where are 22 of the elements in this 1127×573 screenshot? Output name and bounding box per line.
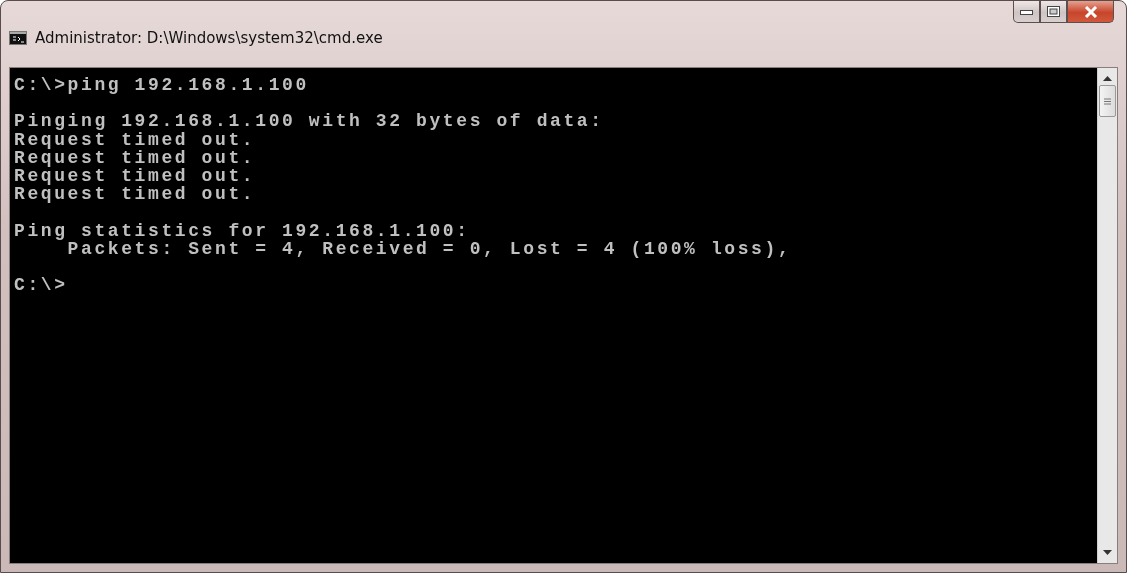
window-title: Administrator: D:\Windows\system32\cmd.exe <box>35 29 383 47</box>
minimize-icon <box>1020 8 1033 15</box>
console-line: C:\> <box>14 276 68 295</box>
console-line: Ping statistics for 192.168.1.100: <box>14 221 470 240</box>
console-line: Packets: Sent = 4, Received = 0, Lost = 4 (100% loss), <box>66 239 792 258</box>
scroll-up-icon[interactable] <box>1103 76 1112 81</box>
console-line: Request timed out. <box>14 130 256 149</box>
close-icon <box>1083 5 1098 18</box>
maximize-icon <box>1047 6 1060 17</box>
scroll-down-icon[interactable] <box>1103 550 1112 555</box>
maximize-button[interactable] <box>1040 1 1067 23</box>
console-line: Request timed out. <box>14 148 256 167</box>
grip-icon <box>1104 97 1111 105</box>
minimize-button[interactable] <box>1013 1 1040 23</box>
console-line: Request timed out. <box>14 167 256 186</box>
console-line: C:\>ping 192.168.1.100 <box>14 76 309 95</box>
console-line: Request timed out. <box>14 185 256 204</box>
command-prompt-icon <box>9 31 27 45</box>
close-button[interactable] <box>1067 1 1114 23</box>
vertical-scrollbar[interactable] <box>1097 68 1117 563</box>
scroll-thumb[interactable] <box>1099 85 1116 117</box>
console-line: Pinging 192.168.1.100 with 32 bytes of data: <box>14 112 604 131</box>
